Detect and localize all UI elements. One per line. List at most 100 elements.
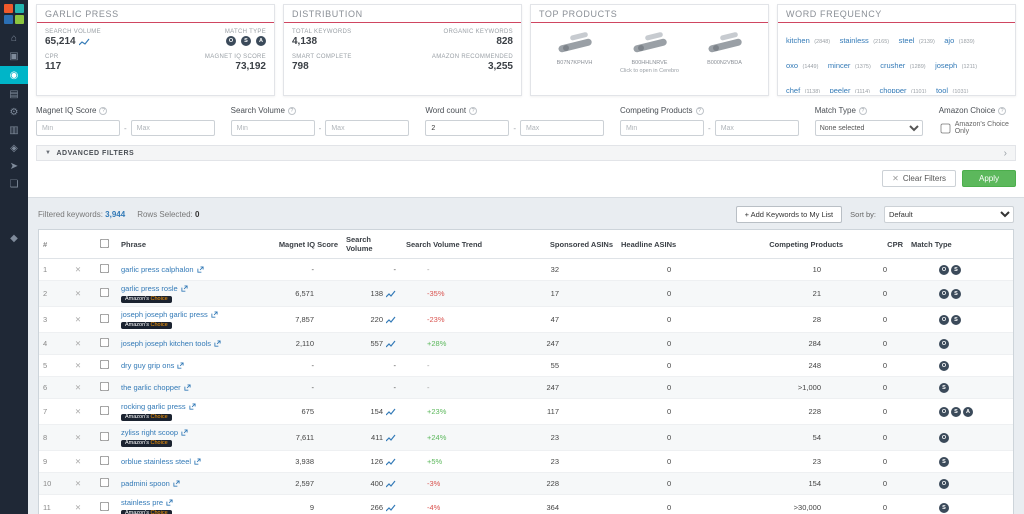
remove-keyword-button[interactable]: ✕ xyxy=(65,262,91,277)
remove-keyword-button[interactable]: ✕ xyxy=(65,404,91,419)
column-header-Search Volume Trend[interactable]: Search Volume Trend xyxy=(402,235,497,254)
word-frequency-item[interactable]: chopper (1101) xyxy=(879,80,926,93)
helium10-logo[interactable] xyxy=(0,0,28,28)
remove-keyword-button[interactable]: ✕ xyxy=(65,454,91,469)
word-frequency-item[interactable]: mincer (1375) xyxy=(828,55,871,72)
phrase-link[interactable]: padmini spoon xyxy=(121,479,180,488)
word-link[interactable]: steel xyxy=(899,36,915,45)
remove-keyword-button[interactable]: ✕ xyxy=(65,476,91,491)
word-frequency-item[interactable]: stainless (2165) xyxy=(840,30,890,47)
trend-sparkline-icon[interactable] xyxy=(386,434,396,442)
row-checkbox[interactable] xyxy=(99,456,108,465)
sort-by-select[interactable]: Default xyxy=(884,206,1014,223)
remove-keyword-button[interactable]: ✕ xyxy=(65,430,91,445)
filter-max-input[interactable] xyxy=(520,120,604,136)
word-frequency-item[interactable]: kitchen (2848) xyxy=(786,30,830,47)
help-icon[interactable]: ? xyxy=(469,107,477,115)
filter-max-input[interactable] xyxy=(715,120,799,136)
word-frequency-item[interactable]: joseph (1211) xyxy=(935,55,977,72)
column-header-Sponsored ASINs[interactable]: Sponsored ASINs xyxy=(497,235,617,254)
column-header-Competing Products[interactable]: Competing Products xyxy=(732,235,847,254)
phrase-link[interactable]: dry guy grip ons xyxy=(121,361,184,370)
phrase-link[interactable]: garlic press calphalon xyxy=(121,265,204,274)
word-frequency-item[interactable]: peeler (1114) xyxy=(830,80,870,93)
filter-max-input[interactable] xyxy=(131,120,215,136)
sidebar-item-black-box-icon[interactable]: ▣ xyxy=(0,48,28,64)
help-icon[interactable]: ? xyxy=(288,107,296,115)
word-link[interactable]: stainless xyxy=(840,36,869,45)
help-icon[interactable]: ? xyxy=(998,107,1006,115)
word-frequency-item[interactable]: steel (2139) xyxy=(899,30,935,47)
column-header-Search Volume[interactable]: Search Volume xyxy=(342,230,402,258)
word-link[interactable]: peeler xyxy=(830,86,851,93)
sidebar-item-frankenstein-icon[interactable]: ⚙ xyxy=(0,104,28,120)
column-header-blank-1[interactable] xyxy=(65,239,91,249)
word-frequency-item[interactable]: chef (1138) xyxy=(786,80,820,93)
row-checkbox[interactable] xyxy=(99,264,108,273)
sidebar-item-inventory-icon[interactable]: ❏ xyxy=(0,176,28,192)
row-checkbox[interactable] xyxy=(99,360,108,369)
top-product[interactable]: B07N7KPHVH xyxy=(549,29,601,66)
word-frequency-item[interactable]: ajo (1839) xyxy=(944,30,974,47)
filter-min-input[interactable] xyxy=(231,120,315,136)
advanced-filters-toggle[interactable]: ▼ ADVANCED FILTERS › xyxy=(36,145,1016,161)
phrase-link[interactable]: the garlic chopper xyxy=(121,383,191,392)
row-checkbox[interactable] xyxy=(99,314,108,323)
word-link[interactable]: tool xyxy=(936,86,948,93)
word-link[interactable]: mincer xyxy=(828,61,851,70)
row-checkbox[interactable] xyxy=(99,382,108,391)
column-header-Match Type[interactable]: Match Type xyxy=(907,235,1013,254)
phrase-link[interactable]: zyliss right scoop xyxy=(121,428,188,437)
filter-min-input[interactable] xyxy=(425,120,509,136)
word-link[interactable]: chopper xyxy=(879,86,906,93)
row-checkbox[interactable] xyxy=(99,406,108,415)
column-header-CPR[interactable]: CPR xyxy=(847,235,907,254)
word-frequency-item[interactable]: oxo (1449) xyxy=(786,55,818,72)
amazons-choice-only-checkbox[interactable] xyxy=(940,123,950,133)
trend-sparkline-icon[interactable] xyxy=(386,408,396,416)
sidebar-item-follow-up-icon[interactable]: ◆ xyxy=(0,230,28,246)
trend-sparkline-icon[interactable] xyxy=(386,504,396,512)
remove-keyword-button[interactable]: ✕ xyxy=(65,380,91,395)
row-checkbox[interactable] xyxy=(99,338,108,347)
phrase-link[interactable]: rocking garlic press xyxy=(121,402,196,411)
remove-keyword-button[interactable]: ✕ xyxy=(65,500,91,514)
phrase-link[interactable]: joseph joseph kitchen tools xyxy=(121,339,221,348)
add-keywords-button[interactable]: + Add Keywords to My List xyxy=(736,206,843,223)
help-icon[interactable]: ? xyxy=(99,107,107,115)
remove-keyword-button[interactable]: ✕ xyxy=(65,336,91,351)
word-frequency-item[interactable]: crusher (1289) xyxy=(880,55,925,72)
trend-sparkline-icon[interactable] xyxy=(386,480,396,488)
trend-sparkline-icon[interactable] xyxy=(386,340,396,348)
column-header-Headline ASINs[interactable]: Headline ASINs xyxy=(617,235,732,254)
filter-min-input[interactable] xyxy=(620,120,704,136)
phrase-link[interactable]: stainless pre xyxy=(121,498,173,507)
trend-sparkline-icon[interactable] xyxy=(386,290,396,298)
remove-keyword-button[interactable]: ✕ xyxy=(65,286,91,301)
word-frequency-list[interactable]: kitchen (2848) stainless (2165) steel (2… xyxy=(778,23,1015,93)
remove-keyword-button[interactable]: ✕ xyxy=(65,312,91,327)
sidebar-item-scribbles-icon[interactable]: ▥ xyxy=(0,122,28,138)
select-all-checkbox[interactable] xyxy=(99,238,108,247)
word-link[interactable]: crusher xyxy=(880,61,905,70)
phrase-link[interactable]: garlic press rosle xyxy=(121,284,188,293)
apply-button[interactable]: Apply xyxy=(962,170,1016,187)
top-product[interactable]: B00HHLNRVE xyxy=(624,29,676,66)
row-checkbox[interactable] xyxy=(99,432,108,441)
word-link[interactable]: kitchen xyxy=(786,36,810,45)
filter-min-input[interactable] xyxy=(36,120,120,136)
word-frequency-item[interactable]: tool (1031) xyxy=(936,80,968,93)
column-header-Magnet IQ Score[interactable]: Magnet IQ Score xyxy=(267,235,342,254)
word-link[interactable]: ajo xyxy=(944,36,954,45)
trend-sparkline-icon[interactable] xyxy=(386,316,396,324)
phrase-link[interactable]: joseph joseph garlic press xyxy=(121,310,218,319)
remove-keyword-button[interactable]: ✕ xyxy=(65,358,91,373)
column-header-#[interactable]: # xyxy=(39,235,65,254)
word-link[interactable]: oxo xyxy=(786,61,798,70)
top-product[interactable]: B000N2VBDA xyxy=(699,29,751,66)
word-link[interactable]: chef xyxy=(786,86,800,93)
word-link[interactable]: joseph xyxy=(935,61,957,70)
row-checkbox[interactable] xyxy=(99,502,108,511)
filter-max-input[interactable] xyxy=(325,120,409,136)
sidebar-item-launch-icon[interactable]: ➤ xyxy=(0,158,28,174)
